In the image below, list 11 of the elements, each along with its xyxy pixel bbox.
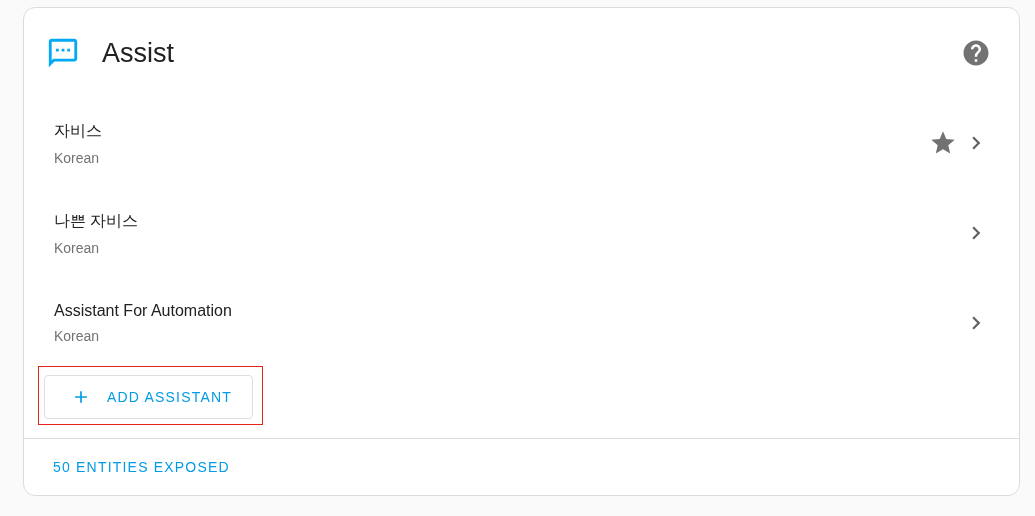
assistant-language: Korean <box>54 328 100 344</box>
assistant-name: Assistant For Automation <box>54 302 232 320</box>
assistant-language: Korean <box>54 239 100 256</box>
assistant-item[interactable]: 자비스 Korean <box>24 98 1019 188</box>
assistant-name: 자비스 <box>54 120 102 141</box>
assistant-item[interactable]: Assistant For Automation Korean <box>24 278 1019 368</box>
assistant-item[interactable]: 나쁜 자비스 Korean <box>24 188 1019 278</box>
assistant-name: 나쁜 자비스 <box>54 210 139 231</box>
help-icon[interactable] <box>961 38 991 68</box>
card-title: Assist <box>102 37 175 69</box>
assistant-language: Korean <box>54 149 100 166</box>
